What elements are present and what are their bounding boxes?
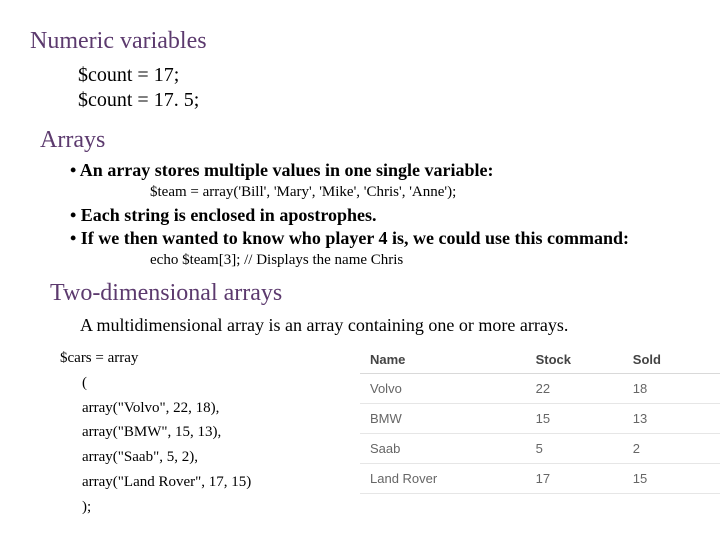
col-sold: Sold xyxy=(623,346,720,374)
cell-stock: 15 xyxy=(526,404,623,434)
table-header-row: Name Stock Sold xyxy=(360,346,720,374)
cell-sold: 18 xyxy=(623,374,720,404)
bullet-apostrophes: • Each string is enclosed in apostrophes… xyxy=(70,205,690,226)
heading-2d-arrays: Two-dimensional arrays xyxy=(50,280,690,307)
cars-table-wrap: Name Stock Sold Volvo 22 18 BMW 15 13 xyxy=(360,346,720,494)
cell-name: Land Rover xyxy=(360,464,526,494)
col-stock: Stock xyxy=(526,346,623,374)
cell-name: Volvo xyxy=(360,374,526,404)
col-name: Name xyxy=(360,346,526,374)
cars-table: Name Stock Sold Volvo 22 18 BMW 15 13 xyxy=(360,346,720,494)
para-multidim: A multidimensional array is an array con… xyxy=(80,315,690,336)
cell-sold: 2 xyxy=(623,434,720,464)
cell-stock: 22 xyxy=(526,374,623,404)
cell-sold: 15 xyxy=(623,464,720,494)
heading-arrays: Arrays xyxy=(40,127,690,154)
lower-row: $cars = array ( array("Volvo", 22, 18), … xyxy=(60,346,690,519)
slide: Numeric variables $count = 17; $count = … xyxy=(0,0,720,540)
code-count-int: $count = 17; xyxy=(78,63,690,88)
table-row: Volvo 22 18 xyxy=(360,374,720,404)
code-line: ); xyxy=(82,495,690,520)
cell-name: BMW xyxy=(360,404,526,434)
cell-stock: 5 xyxy=(526,434,623,464)
bullet-player4: • If we then wanted to know who player 4… xyxy=(70,228,690,249)
table-row: BMW 15 13 xyxy=(360,404,720,434)
cell-stock: 17 xyxy=(526,464,623,494)
bullet-array-stores: • An array stores multiple values in one… xyxy=(70,160,690,181)
cell-name: Saab xyxy=(360,434,526,464)
code-echo-team: echo $team[3]; // Displays the name Chri… xyxy=(150,251,690,271)
table-row: Saab 5 2 xyxy=(360,434,720,464)
heading-numeric: Numeric variables xyxy=(30,28,690,55)
code-team-array: $team = array('Bill', 'Mary', 'Mike', 'C… xyxy=(150,183,690,203)
code-count-float: $count = 17. 5; xyxy=(78,88,690,113)
table-row: Land Rover 17 15 xyxy=(360,464,720,494)
arrays-bullets: • An array stores multiple values in one… xyxy=(70,160,690,270)
cell-sold: 13 xyxy=(623,404,720,434)
